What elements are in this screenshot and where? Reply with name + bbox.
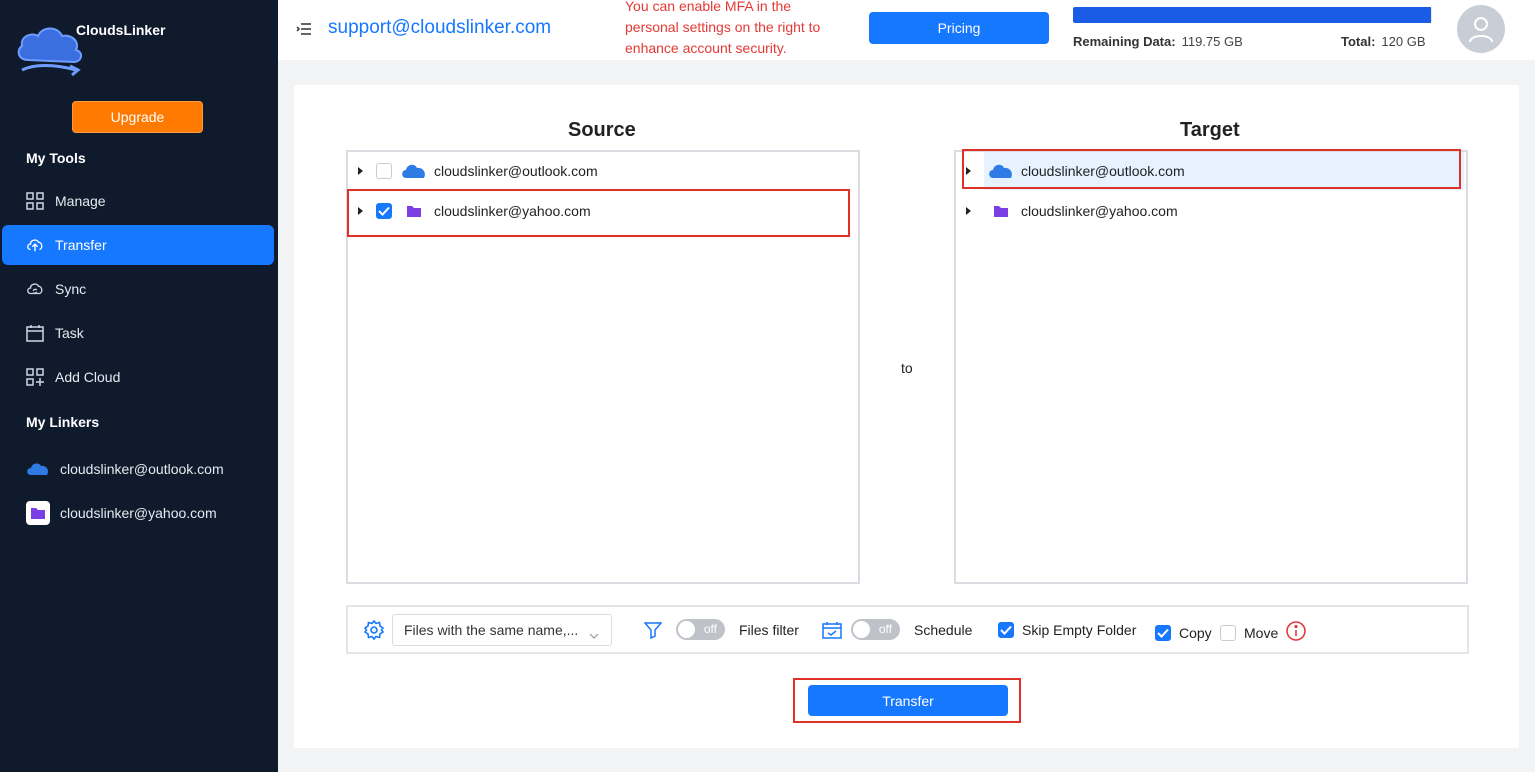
transfer-button[interactable]: Transfer (808, 685, 1008, 716)
settings-gear-icon[interactable] (363, 619, 385, 645)
remaining-data-value: 119.75 GB (1181, 34, 1243, 49)
sidebar-item-manage[interactable]: Manage (2, 181, 274, 221)
target-item-label: cloudslinker@yahoo.com (1021, 203, 1178, 219)
total-data-label: Total: (1341, 34, 1376, 49)
yahoo-folder-icon (26, 501, 50, 525)
pricing-button[interactable]: Pricing (869, 12, 1049, 44)
schedule-option: off Schedule (822, 607, 972, 652)
move-option[interactable]: Move (1220, 610, 1278, 655)
grid-icon (26, 192, 44, 210)
source-item-label: cloudslinker@outlook.com (434, 163, 598, 179)
source-checkbox-outlook[interactable] (376, 163, 392, 179)
linker-item-yahoo[interactable]: cloudslinker@yahoo.com (26, 501, 217, 525)
data-usage-fill (1073, 7, 1432, 23)
add-grid-icon (26, 368, 44, 386)
sidebar-item-label: Manage (55, 193, 106, 209)
toggle-knob (678, 621, 695, 638)
sidebar-item-task[interactable]: Task (2, 313, 274, 353)
checkmark-icon (1000, 625, 1012, 635)
expand-caret-icon[interactable] (966, 207, 971, 215)
linker-label: cloudslinker@outlook.com (60, 461, 224, 477)
sidebar-item-transfer[interactable]: Transfer (2, 225, 274, 265)
source-item-outlook[interactable]: cloudslinker@outlook.com (348, 152, 858, 190)
chevron-down-icon (589, 626, 599, 642)
my-linkers-title: My Linkers (26, 414, 100, 430)
data-usage-bar (1073, 7, 1432, 23)
sidebar-item-label: Sync (55, 281, 87, 297)
header: support@cloudslinker.com You can enable … (278, 0, 1535, 60)
skip-empty-folder-option[interactable]: Skip Empty Folder (998, 607, 1136, 652)
cloud-sync-icon (26, 280, 44, 298)
toggle-state: off (878, 622, 892, 636)
remaining-data: Remaining Data: 119.75 GB (1073, 34, 1243, 49)
onedrive-icon (26, 457, 50, 481)
total-data-value: 120 GB (1381, 34, 1426, 49)
schedule-toggle[interactable]: off (851, 619, 900, 640)
onedrive-icon (401, 161, 427, 181)
cloud-upload-icon (26, 236, 44, 254)
conflict-policy-value: Files with the same name,... (404, 622, 579, 638)
schedule-label: Schedule (914, 621, 973, 638)
linker-label: cloudslinker@yahoo.com (60, 505, 217, 521)
source-title: Source (568, 119, 636, 141)
target-item-yahoo[interactable]: cloudslinker@yahoo.com (956, 192, 1466, 230)
total-data: Total: 120 GB (1341, 34, 1426, 49)
sidebar-item-label: Add Cloud (55, 369, 121, 385)
sidebar-item-label: Task (55, 325, 84, 341)
menu-collapse-icon[interactable] (296, 22, 312, 41)
support-email-link[interactable]: support@cloudslinker.com (328, 17, 551, 39)
skip-empty-folder-checkbox[interactable] (998, 621, 1014, 638)
yahoo-folder-icon (988, 201, 1014, 221)
copy-option[interactable]: Copy (1155, 610, 1212, 655)
target-selection-highlight (962, 149, 1461, 189)
transfer-options-bar: Files with the same name,... off Files f… (346, 605, 1469, 654)
copy-label: Copy (1179, 624, 1212, 641)
toggle-state: off (703, 622, 717, 636)
filter-funnel-icon (644, 621, 662, 639)
move-checkbox[interactable] (1220, 624, 1236, 641)
remaining-data-label: Remaining Data: (1073, 34, 1176, 49)
app-name: CloudsLinker (76, 22, 166, 38)
avatar[interactable] (1457, 5, 1505, 53)
sidebar-item-add-cloud[interactable]: Add Cloud (2, 357, 274, 397)
checkmark-icon (1157, 628, 1169, 638)
sidebar: CloudsLinker Upgrade My Tools Manage Tra… (0, 0, 278, 772)
skip-empty-folder-label: Skip Empty Folder (1022, 621, 1137, 638)
files-filter-option: off Files filter (644, 607, 799, 652)
target-tree[interactable]: cloudslinker@outlook.com cloudslinker@ya… (954, 150, 1468, 584)
files-filter-toggle[interactable]: off (676, 619, 725, 640)
upgrade-button[interactable]: Upgrade (72, 101, 203, 133)
info-icon[interactable] (1286, 621, 1306, 646)
to-label: to (901, 360, 913, 376)
source-selection-highlight (347, 189, 850, 237)
move-label: Move (1244, 624, 1279, 641)
target-title: Target (1180, 119, 1240, 141)
expand-caret-icon[interactable] (358, 167, 363, 175)
sidebar-item-sync[interactable]: Sync (2, 269, 274, 309)
copy-checkbox[interactable] (1155, 624, 1171, 641)
calendar-icon (26, 324, 44, 342)
schedule-calendar-icon (822, 621, 842, 639)
conflict-policy-select[interactable]: Files with the same name,... (392, 614, 612, 646)
linker-item-outlook[interactable]: cloudslinker@outlook.com (26, 457, 224, 481)
user-icon (1469, 17, 1493, 43)
my-tools-title: My Tools (26, 150, 86, 166)
sidebar-item-label: Transfer (55, 237, 107, 253)
files-filter-label: Files filter (739, 621, 799, 638)
toggle-knob (853, 621, 870, 638)
mfa-notice: You can enable MFA in the personal setti… (625, 0, 821, 56)
